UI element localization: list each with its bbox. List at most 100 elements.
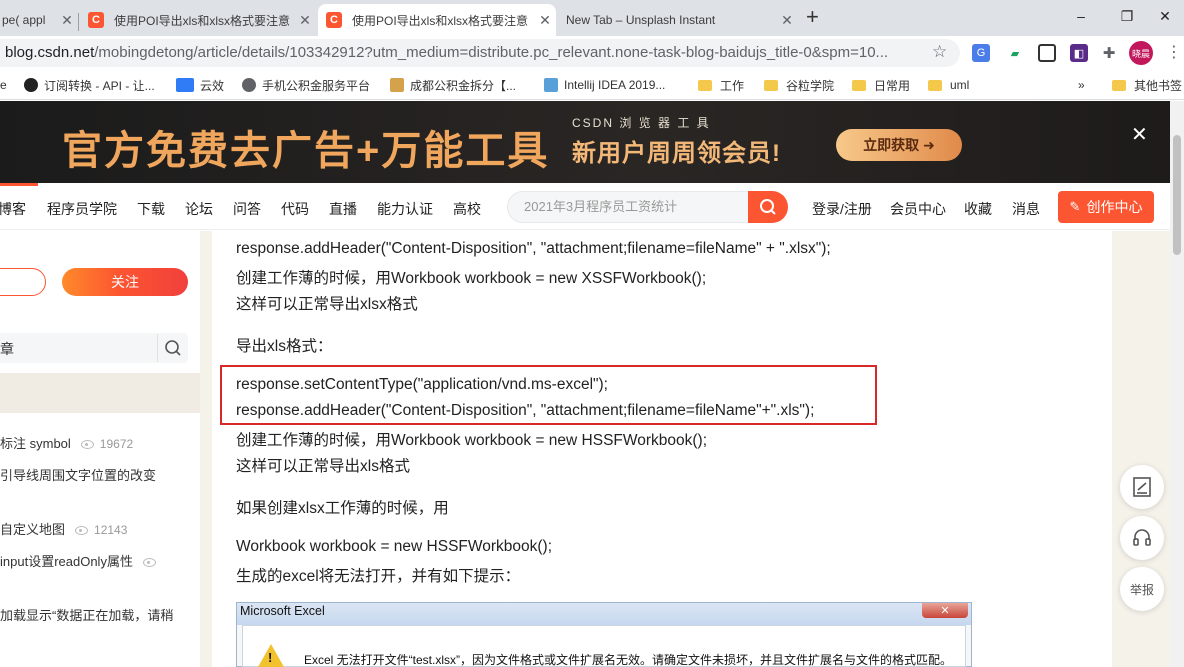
ad-headline: 官方免费去广告+万能工具 bbox=[62, 129, 550, 173]
follow-button[interactable]: 关注 bbox=[62, 268, 188, 296]
article-line: response.addHeader("Content-Disposition"… bbox=[236, 240, 831, 257]
bookmark-favicon-icon bbox=[176, 78, 194, 92]
close-icon[interactable]: ✕ bbox=[56, 12, 78, 29]
nav-item-blog[interactable]: 博客 bbox=[0, 199, 26, 219]
bookmark-item[interactable]: 订阅转换 - API - 让... bbox=[24, 76, 155, 94]
ad-close-icon[interactable]: ✕ bbox=[1131, 122, 1148, 147]
pen-icon: ✎ bbox=[1069, 199, 1081, 214]
extension-icon[interactable]: ▰ bbox=[1006, 44, 1024, 62]
eye-icon bbox=[75, 526, 89, 536]
search-icon bbox=[760, 199, 776, 215]
edit-note-button[interactable] bbox=[1120, 465, 1164, 509]
nav-item-cert[interactable]: 能力认证 bbox=[377, 199, 433, 219]
nav-item-live[interactable]: 直播 bbox=[329, 199, 357, 219]
article-line: Workbook workbook = new HSSFWorkbook(); bbox=[236, 538, 553, 555]
message-button[interactable] bbox=[0, 268, 46, 296]
article-line: response.addHeader("Content-Disposition"… bbox=[236, 402, 815, 419]
new-tab-button[interactable]: + bbox=[806, 4, 819, 30]
bookmark-item[interactable]: 手机公积金服务平台 bbox=[242, 76, 370, 94]
favorites-link[interactable]: 收藏 bbox=[964, 199, 992, 219]
customer-service-button[interactable] bbox=[1120, 516, 1164, 560]
messages-link[interactable]: 消息 bbox=[1012, 199, 1040, 219]
ad-cta-button[interactable]: 立即获取 ➜ bbox=[836, 129, 962, 161]
tab-4[interactable]: New Tab – Unsplash Instant ✕ bbox=[558, 4, 798, 36]
ad-subtitle: 新用户周周领会员! bbox=[572, 140, 781, 167]
folder-icon bbox=[852, 79, 866, 91]
nav-item-download[interactable]: 下载 bbox=[137, 199, 165, 219]
tab-1[interactable]: pe( appl ✕ bbox=[0, 4, 78, 36]
translate-icon[interactable]: G bbox=[972, 44, 990, 62]
tab-divider bbox=[78, 13, 79, 31]
window-close-button[interactable]: ✕ bbox=[1146, 0, 1184, 32]
nav-item-college[interactable]: 高校 bbox=[453, 199, 481, 219]
tab-2[interactable]: C 使用POI导出xls和xlsx格式要注意 ✕ bbox=[80, 4, 316, 36]
bookmark-folder[interactable]: 其他书签 bbox=[1112, 76, 1182, 94]
scrollbar-thumb[interactable] bbox=[1173, 135, 1181, 255]
sidebar-article-link[interactable]: input设置readOnly属性 bbox=[0, 551, 162, 570]
edit-icon bbox=[1133, 477, 1151, 497]
nav-item-academy[interactable]: 程序员学院 bbox=[47, 199, 117, 219]
nav-item-qa[interactable]: 问答 bbox=[233, 199, 261, 219]
minimize-button[interactable]: – bbox=[1058, 0, 1104, 32]
nav-item-forum[interactable]: 论坛 bbox=[185, 199, 213, 219]
article-line: 生成的excel将无法打开，并有如下提示： bbox=[236, 568, 521, 585]
report-button[interactable]: 举报 bbox=[1120, 567, 1164, 611]
view-count: 12143 bbox=[94, 523, 128, 537]
ad-brand: CSDN 浏 览 器 工 具 bbox=[572, 116, 711, 130]
sidebar-article-link[interactable]: 标注 symbol 19672 bbox=[0, 433, 133, 452]
bookmark-folder[interactable]: 谷粒学院 bbox=[764, 76, 834, 94]
article-line: 如果创建xlsx工作薄的时候，用 bbox=[236, 500, 449, 517]
sidebar-article-link[interactable]: 加载显示“数据正在加载，请稍 bbox=[0, 605, 173, 624]
tab-title: pe( appl bbox=[2, 13, 46, 27]
article-line: 这样可以正常导出xls格式 bbox=[236, 458, 410, 475]
globe-icon bbox=[242, 78, 256, 92]
bookmark-star-icon[interactable]: ☆ bbox=[932, 42, 947, 62]
tab-title: 使用POI导出xls和xlsx格式要注意 bbox=[352, 13, 529, 28]
folder-icon bbox=[698, 79, 712, 91]
bookmark-folder[interactable]: 日常用 bbox=[852, 76, 910, 94]
tab-title: 使用POI导出xls和xlsx格式要注意 bbox=[114, 13, 291, 28]
sidebar-article-link[interactable]: 自定义地图 12143 bbox=[0, 519, 127, 538]
article-line: 创建工作薄的时候，用Workbook workbook = new HSSFWo… bbox=[236, 432, 708, 449]
nav-active-indicator bbox=[0, 183, 38, 186]
search-input[interactable]: 2021年3月程序员工资统计 bbox=[507, 191, 749, 223]
tab-3-active[interactable]: C 使用POI导出xls和xlsx格式要注意 ✕ bbox=[318, 4, 556, 36]
view-count: 19672 bbox=[99, 437, 134, 451]
eye-icon bbox=[142, 558, 156, 568]
close-icon[interactable]: ✕ bbox=[294, 12, 316, 29]
sidebar-article-link[interactable]: 引导线周围文字位置的改变 bbox=[0, 465, 156, 484]
more-menu-icon[interactable]: ⋮ bbox=[1166, 42, 1182, 62]
login-link[interactable]: 登录/注册 bbox=[812, 199, 872, 219]
bookmarks-overflow-button[interactable]: » bbox=[1078, 76, 1085, 94]
bookmark-favicon-icon bbox=[544, 78, 558, 92]
excel-close-icon: ✕ bbox=[922, 603, 968, 618]
avatar[interactable]: 晓晨 bbox=[1129, 41, 1153, 65]
sidebar-section-divider bbox=[0, 373, 200, 413]
search-button[interactable] bbox=[748, 191, 788, 223]
bookmark-item[interactable]: Intellij IDEA 2019... bbox=[544, 76, 665, 94]
folder-icon bbox=[928, 79, 942, 91]
sidebar-search-text: 章 bbox=[0, 341, 14, 357]
address-bar[interactable]: blog.csdn.net/mobingdetong/article/detai… bbox=[0, 39, 960, 67]
nav-item-code[interactable]: 代码 bbox=[281, 199, 309, 219]
vip-link[interactable]: 会员中心 bbox=[890, 199, 946, 219]
puzzle-icon[interactable]: ✚ bbox=[1100, 44, 1118, 62]
restore-button[interactable]: ❐ bbox=[1104, 0, 1150, 32]
create-center-button[interactable]: ✎ 创作中心 bbox=[1058, 191, 1154, 223]
article-line: 这样可以正常导出xlsx格式 bbox=[236, 296, 418, 313]
close-icon[interactable]: ✕ bbox=[534, 12, 556, 29]
warning-mark: ! bbox=[268, 650, 273, 665]
tab-title: New Tab – Unsplash Instant bbox=[566, 13, 716, 27]
article-line: response.setContentType("application/vnd… bbox=[236, 376, 608, 393]
bookmark-folder[interactable]: uml bbox=[928, 76, 969, 94]
bookmark-item[interactable]: e bbox=[0, 76, 7, 94]
bookmark-item[interactable]: 云效 bbox=[176, 76, 224, 94]
article-line: 导出xls格式： bbox=[236, 338, 333, 355]
extension-icon[interactable]: ◧ bbox=[1070, 44, 1088, 62]
bookmark-item[interactable]: 成都公积金拆分【... bbox=[390, 76, 516, 94]
close-icon[interactable]: ✕ bbox=[776, 12, 798, 29]
pip-icon[interactable] bbox=[1038, 44, 1056, 62]
sidebar-search-button[interactable] bbox=[157, 334, 187, 362]
url-path: /mobingdetong/article/details/103342912?… bbox=[94, 44, 889, 61]
bookmark-folder[interactable]: 工作 bbox=[698, 76, 744, 94]
